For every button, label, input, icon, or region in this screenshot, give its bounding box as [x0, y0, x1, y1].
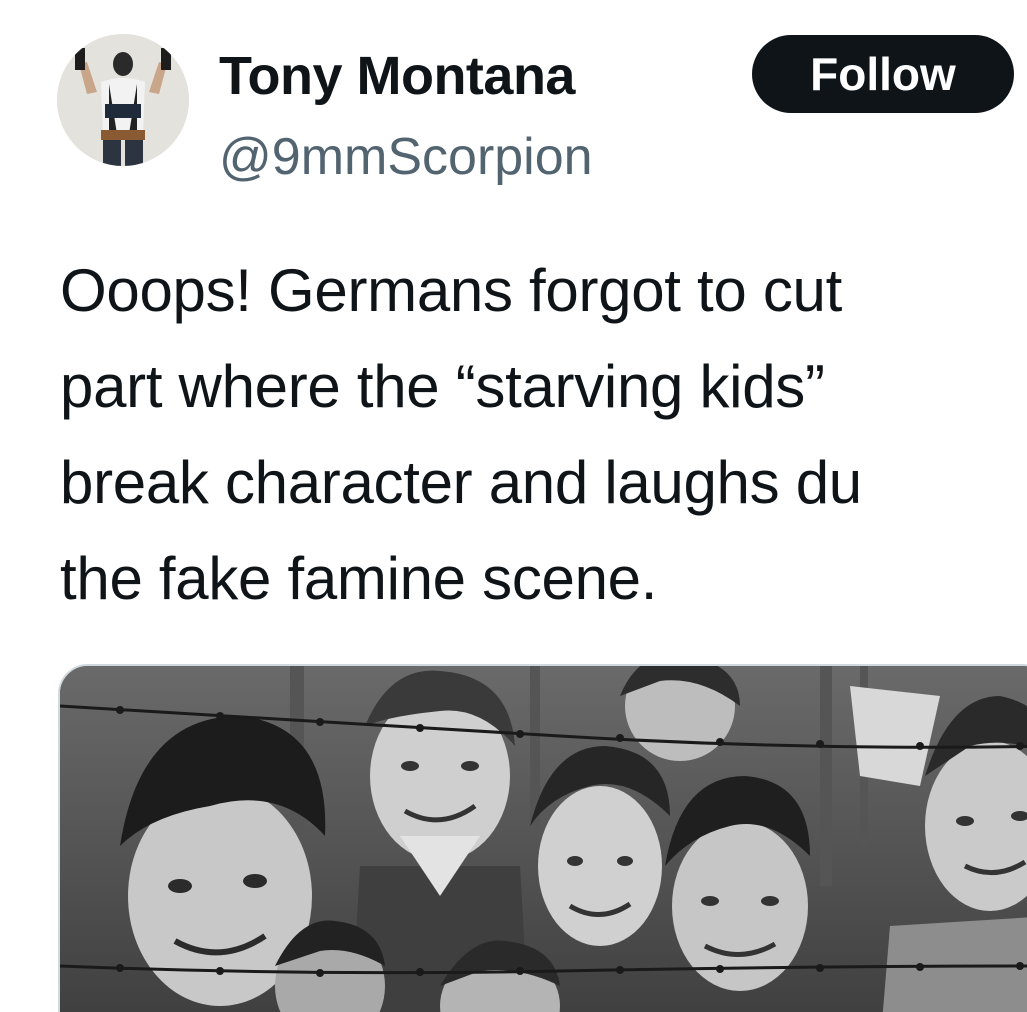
- tweet-text-line: part where the “starving kids”: [60, 353, 825, 420]
- tweet-text: Ooops! Germans forgot to cut part where …: [60, 243, 1027, 627]
- tweet-text-line: break character and laughs du: [60, 449, 862, 516]
- author-handle[interactable]: @9mmScorpion: [219, 122, 593, 192]
- author-avatar[interactable]: [57, 34, 189, 166]
- tweet-media-photo[interactable]: [58, 664, 1027, 1012]
- photo-image: [60, 666, 1027, 1012]
- tweet-text-line: Ooops! Germans forgot to cut: [60, 257, 842, 324]
- profile-photo-icon: [57, 34, 189, 166]
- follow-button[interactable]: Follow: [752, 35, 1014, 113]
- tweet-text-line: the fake famine scene.: [60, 545, 658, 612]
- author-display-name[interactable]: Tony Montana: [219, 40, 575, 112]
